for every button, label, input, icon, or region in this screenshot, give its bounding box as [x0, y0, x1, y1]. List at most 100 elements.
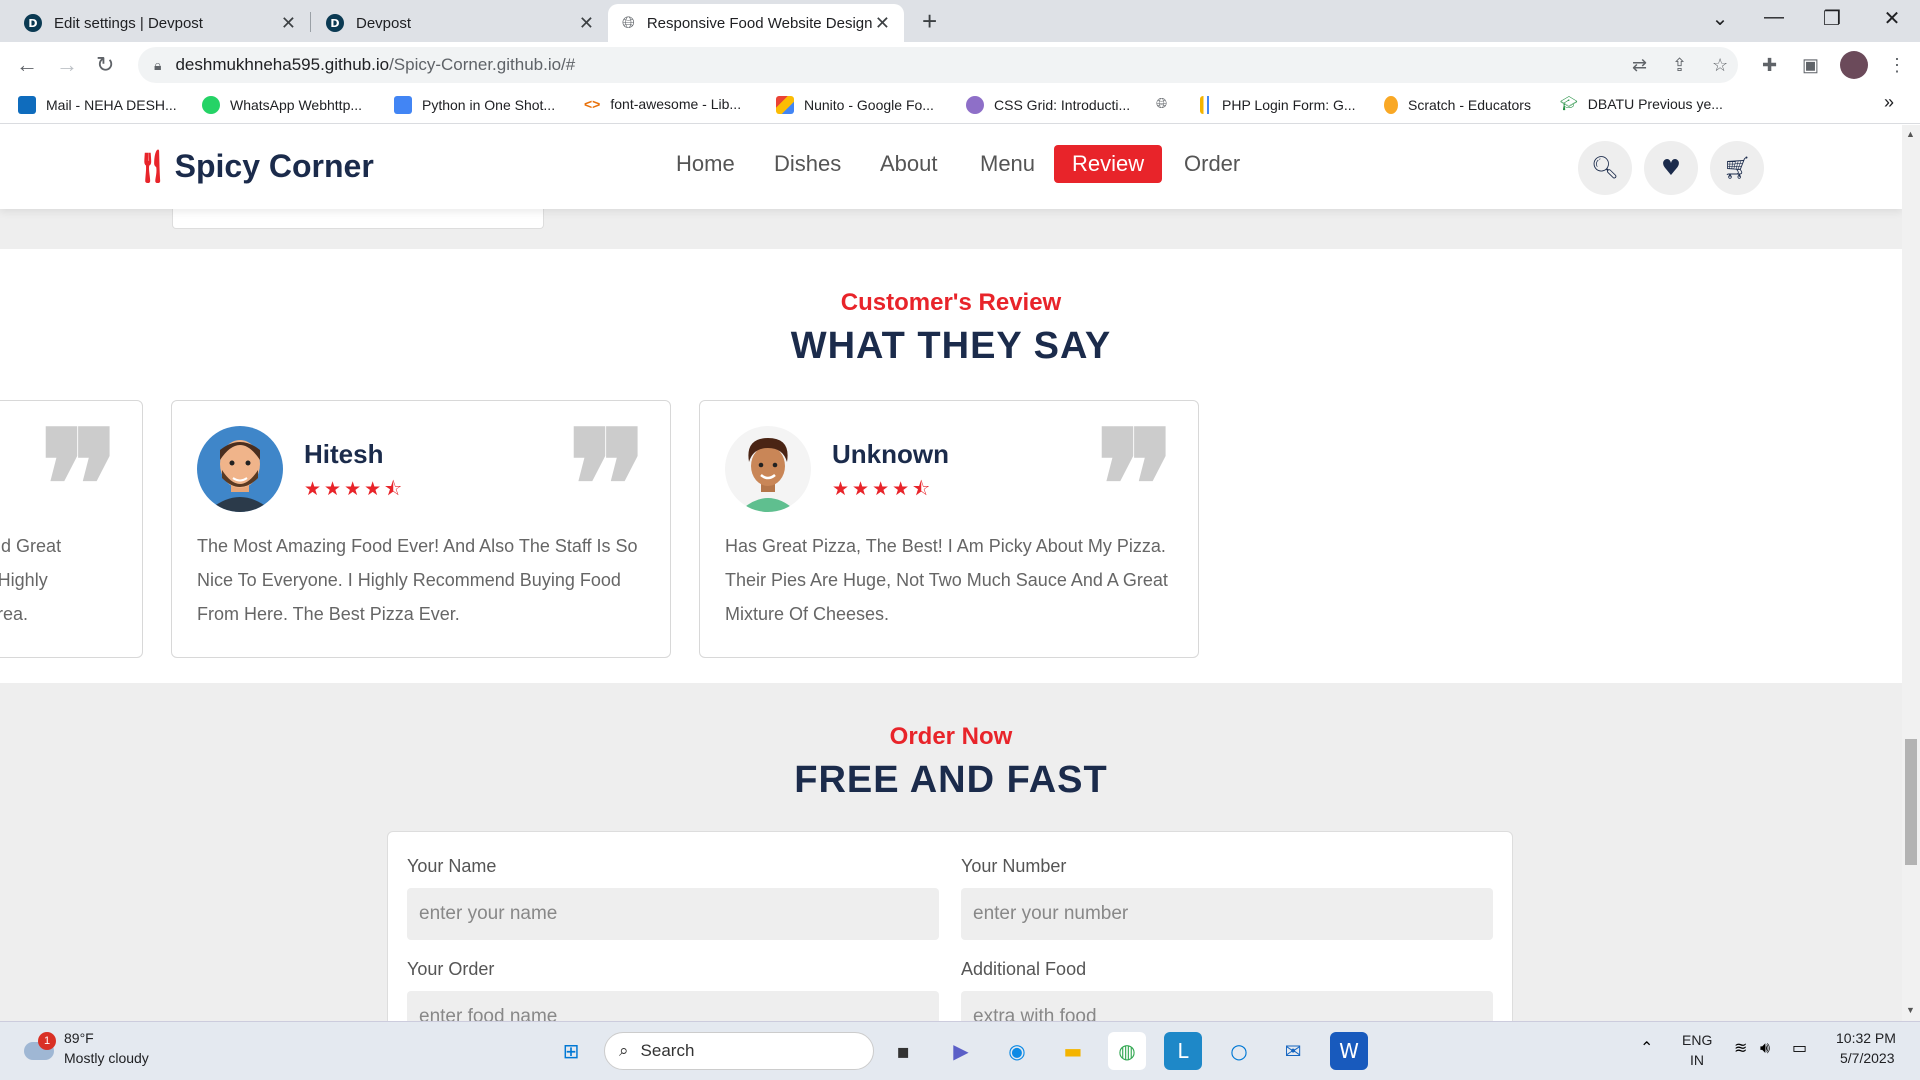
weather-widget[interactable]: 1: [22, 1032, 56, 1062]
review-card-hitesh: Hitesh ★★★★⯪ ❞ The Most Amazing Food Eve…: [171, 400, 671, 658]
tab-separator: [310, 12, 311, 32]
review-card-partial: ❞ ns And Great dly. I Highly eet Area.: [0, 400, 143, 658]
globe-icon: 🌐︎: [622, 13, 635, 32]
name-label: Your Name: [407, 856, 497, 876]
globe-icon: 🌐︎: [1156, 96, 1168, 112]
bookmark-python[interactable]: Python in One Shot...: [394, 96, 555, 114]
review-text: The Most Amazing Food Ever! And Also The…: [197, 536, 638, 624]
bookmark-css-grid[interactable]: CSS Grid: Introducti...: [966, 96, 1130, 114]
show-hidden-icons[interactable]: ⌃: [1640, 1038, 1653, 1058]
clock-date[interactable]: 5/7/2023: [1840, 1050, 1895, 1066]
tab-responsive-food[interactable]: 🌐︎ Responsive Food Website Design ✕: [608, 4, 904, 42]
whatsapp-icon: [202, 96, 220, 114]
tab-devpost[interactable]: D Devpost ✕: [312, 4, 608, 42]
partial-line: ns And Great: [0, 536, 62, 556]
taskbar-search[interactable]: ⌕ Search: [604, 1032, 874, 1070]
bookmark-globe[interactable]: 🌐︎: [1156, 96, 1167, 112]
tab-edit-settings[interactable]: D Edit settings | Devpost ✕: [10, 4, 310, 42]
more-bookmarks-button[interactable]: »: [1884, 92, 1894, 113]
restore-icon[interactable]: ❐: [1812, 6, 1852, 31]
app-l-icon[interactable]: L: [1164, 1032, 1202, 1070]
tab-title: Devpost: [356, 14, 412, 32]
extensions-icon[interactable]: ✚: [1762, 55, 1777, 76]
edge-icon[interactable]: ◉: [998, 1032, 1036, 1070]
food-name-input[interactable]: enter food name: [407, 991, 939, 1021]
heart-icon[interactable]: ♥: [1644, 141, 1698, 195]
bookmark-label: DBATU Previous ye...: [1587, 96, 1723, 112]
close-tab-icon[interactable]: ✕: [579, 13, 594, 34]
nav-menu[interactable]: Menu: [980, 151, 1035, 177]
word-icon[interactable]: W: [1330, 1032, 1368, 1070]
number-input[interactable]: enter your number: [961, 888, 1493, 940]
bookmark-nunito[interactable]: Nunito - Google Fo...: [776, 96, 934, 114]
scrollbar-thumb[interactable]: [1905, 739, 1917, 865]
bookmark-font-awesome[interactable]: <> font-awesome - Lib...: [584, 96, 741, 112]
reviewer-name: Unknown: [832, 439, 949, 469]
bookmark-dbatu[interactable]: 🎓︎ DBATU Previous ye...: [1560, 96, 1723, 112]
google-docs-icon: [394, 96, 412, 114]
cart-icon[interactable]: 🛒︎: [1710, 141, 1764, 195]
bookmark-label: Python in One Shot...: [422, 97, 556, 113]
side-panel-icon[interactable]: ▣: [1802, 55, 1819, 76]
profile-avatar[interactable]: [1840, 51, 1868, 79]
forward-arrow-icon[interactable]: →: [56, 52, 78, 78]
php-login-icon: [1200, 96, 1212, 114]
battery-icon[interactable]: ▭: [1792, 1038, 1807, 1057]
menu-kebab-icon[interactable]: ⋮: [1888, 55, 1906, 76]
tab-search-chevron-icon[interactable]: ⌄: [1700, 6, 1740, 31]
order-subheading: Order Now: [889, 723, 1013, 750]
share-icon[interactable]: ⇪: [1672, 55, 1687, 76]
order-heading: FREE AND FAST: [794, 759, 1108, 801]
windows-start-icon[interactable]: ⊞: [552, 1032, 590, 1070]
close-tab-icon[interactable]: ✕: [875, 13, 890, 34]
mail-icon[interactable]: ✉: [1274, 1032, 1312, 1070]
nav-order[interactable]: Order: [1184, 151, 1240, 177]
wifi-icon[interactable]: ≋: [1734, 1038, 1747, 1057]
name-input[interactable]: enter your name: [407, 888, 939, 940]
address-bar[interactable]: 🔒︎ deshmukhneha595.github.io/Spicy-Corne…: [138, 47, 1738, 83]
task-view-icon[interactable]: ▪: [884, 1032, 922, 1070]
tab-title: Edit settings | Devpost: [54, 14, 203, 32]
site-logo[interactable]: 🍴︎ Spicy Corner: [132, 147, 374, 185]
weather-badge: 1: [38, 1032, 56, 1050]
nav-about[interactable]: About: [880, 151, 938, 177]
new-tab-button[interactable]: +: [922, 6, 937, 37]
close-window-icon[interactable]: ✕: [1872, 6, 1912, 31]
file-explorer-icon[interactable]: ▬: [1054, 1032, 1092, 1070]
search-icon[interactable]: 🔍︎: [1578, 141, 1632, 195]
volume-icon[interactable]: 🔊︎: [1760, 1038, 1770, 1058]
outlook-icon: [18, 96, 36, 114]
logo-text: Spicy Corner: [174, 147, 374, 184]
bookmark-scratch[interactable]: Scratch - Educators: [1384, 96, 1531, 114]
scroll-down-icon[interactable]: ▼: [1906, 1005, 1915, 1015]
nav-review[interactable]: Review: [1054, 145, 1163, 183]
number-label: Your Number: [961, 856, 1067, 876]
bookmark-label: PHP Login Form: G...: [1222, 97, 1356, 113]
close-tab-icon[interactable]: ✕: [281, 13, 296, 34]
page-scrollbar[interactable]: ▲ ▼: [1902, 125, 1920, 1021]
partial-line: dly. I Highly: [0, 570, 48, 590]
chrome-icon[interactable]: ◍: [1108, 1032, 1146, 1070]
nav-dishes[interactable]: Dishes: [774, 151, 841, 177]
bookmark-mail[interactable]: Mail - NEHA DESH...: [18, 96, 177, 114]
reload-icon[interactable]: ↻: [96, 52, 114, 78]
scroll-up-icon[interactable]: ▲: [1906, 129, 1915, 139]
lang-bottom[interactable]: IN: [1690, 1052, 1704, 1068]
scrimba-icon: [966, 96, 984, 114]
translate-icon[interactable]: ⇄: [1632, 55, 1647, 76]
teams-icon[interactable]: ▶: [942, 1032, 980, 1070]
clock-time[interactable]: 10:32 PM: [1836, 1030, 1896, 1046]
half-star-icon: ⯪: [912, 478, 934, 500]
nav-home[interactable]: Home: [676, 151, 735, 177]
minimize-icon[interactable]: —: [1754, 6, 1794, 29]
additional-food-input[interactable]: extra with food: [961, 991, 1493, 1021]
google-fonts-icon: [776, 96, 794, 114]
lang-top[interactable]: ENG: [1682, 1032, 1712, 1048]
bookmark-star-icon[interactable]: ☆: [1712, 55, 1728, 76]
bookmark-php-login[interactable]: PHP Login Form: G...: [1200, 96, 1356, 114]
search-icon: ⌕: [619, 1041, 629, 1061]
cortana-icon[interactable]: ○: [1220, 1032, 1258, 1070]
back-arrow-icon[interactable]: ←: [16, 52, 38, 78]
bookmark-whatsapp[interactable]: WhatsApp Webhttp...: [202, 96, 362, 114]
url-host: deshmukhneha595.github.io: [175, 55, 390, 74]
